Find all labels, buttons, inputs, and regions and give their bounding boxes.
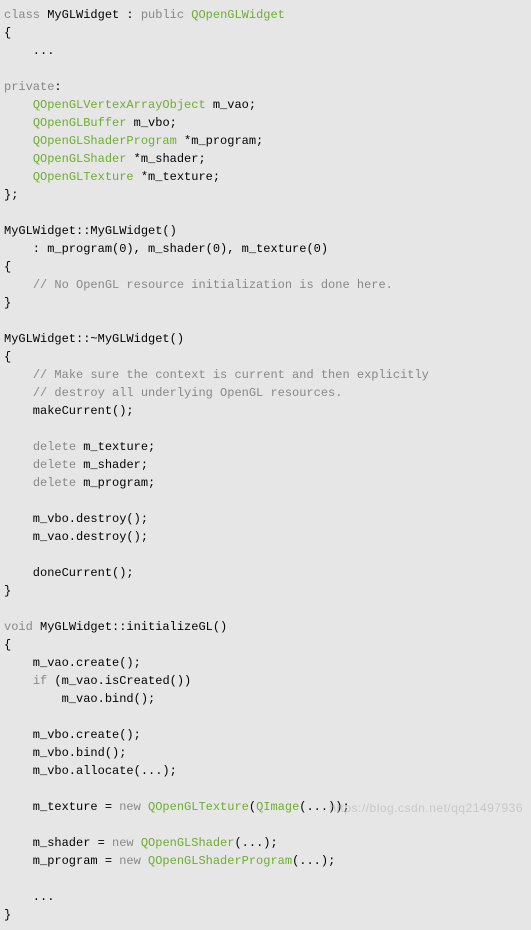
watermark-text: https://blog.csdn.net/qq21497936 [330,799,523,817]
code-block: class MyGLWidget : public QOpenGLWidget … [0,0,531,930]
